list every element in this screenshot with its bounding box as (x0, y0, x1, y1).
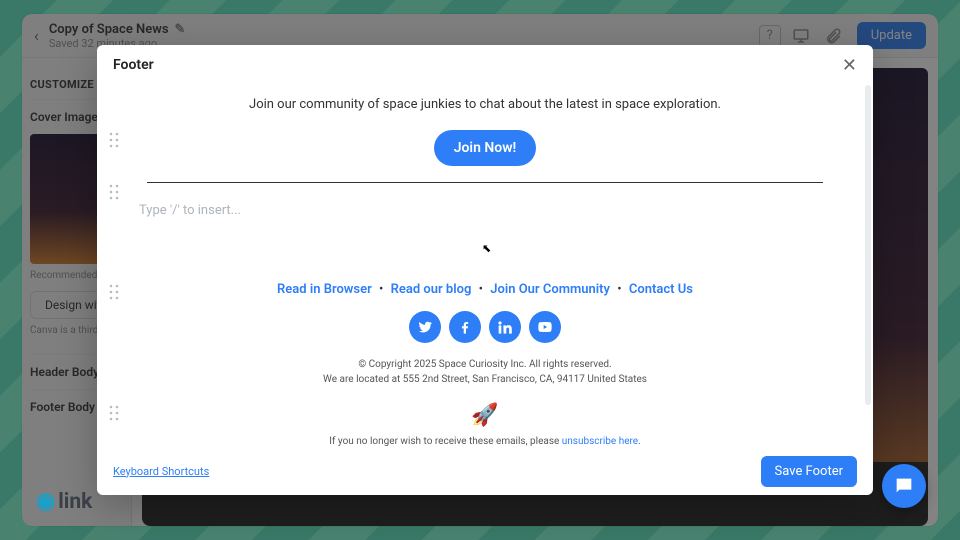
chat-fab[interactable] (882, 464, 926, 508)
link-contact[interactable]: Contact Us (629, 282, 693, 297)
footer-modal: Footer ✕ Join our community of space jun… (97, 45, 873, 495)
drag-handle-icon[interactable] (109, 132, 119, 148)
divider-block (137, 182, 833, 183)
insert-placeholder: Type '/' to insert... (137, 199, 833, 222)
empty-block[interactable]: Type '/' to insert... (137, 199, 833, 222)
brand-logo: ◉link (36, 489, 92, 514)
join-block: Join Now! (137, 130, 833, 166)
modal-body: Join our community of space junkies to c… (97, 85, 873, 447)
linkedin-icon[interactable] (489, 311, 521, 343)
link-browser[interactable]: Read in Browser (277, 282, 372, 297)
link-community[interactable]: Join Our Community (490, 282, 610, 297)
copyright: © Copyright 2025 Space Curiosity Inc. Al… (137, 357, 833, 387)
intro-text: Join our community of space junkies to c… (137, 97, 833, 112)
scrollbar[interactable] (865, 85, 871, 405)
close-icon[interactable]: ✕ (842, 55, 857, 76)
save-footer-button[interactable]: Save Footer (761, 456, 857, 487)
drag-handle-icon[interactable] (109, 184, 119, 200)
facebook-icon[interactable] (449, 311, 481, 343)
unsubscribe-text: If you no longer wish to receive these e… (137, 436, 833, 447)
twitter-icon[interactable] (409, 311, 441, 343)
unsubscribe-link[interactable]: unsubscribe here. (562, 436, 641, 447)
keyboard-shortcuts-link[interactable]: Keyboard Shortcuts (113, 465, 209, 478)
rocket-icon: 🚀 (137, 403, 833, 428)
drag-handle-icon[interactable] (109, 284, 119, 300)
link-blog[interactable]: Read our blog (391, 282, 472, 297)
modal-header: Footer ✕ (97, 45, 873, 85)
youtube-icon[interactable] (529, 311, 561, 343)
unsub-block: 🚀 If you no longer wish to receive these… (137, 403, 833, 447)
modal-footer: Keyboard Shortcuts Save Footer (97, 447, 873, 495)
join-button[interactable]: Join Now! (434, 130, 537, 166)
social-row (137, 311, 833, 343)
links-block: Read in Browser • Read our blog • Join O… (137, 282, 833, 387)
drag-handle-icon[interactable] (109, 405, 119, 421)
modal-title: Footer (113, 57, 154, 73)
